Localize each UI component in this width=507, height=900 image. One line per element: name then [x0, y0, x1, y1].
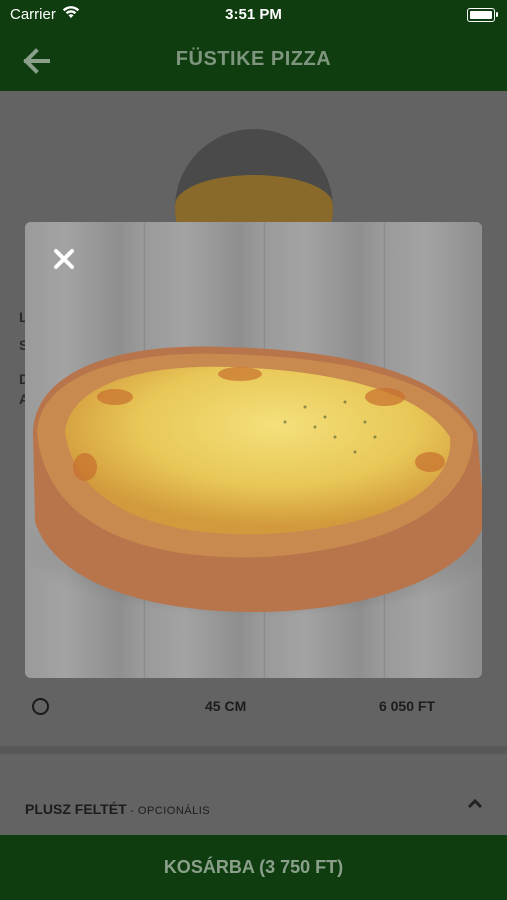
page-title: FÜSTIKE PIZZA [175, 48, 332, 70]
pizza-photo [25, 346, 482, 617]
chevron-up-icon[interactable] [467, 793, 483, 814]
extras-header[interactable]: PLUSZ FELTÉT - OPCIONÁLIS [25, 801, 210, 817]
radio-button[interactable] [32, 698, 49, 715]
divider [0, 746, 507, 754]
size-option-row[interactable]: 45 CM 6 050 FT [0, 686, 507, 726]
extras-label: PLUSZ FELTÉT [25, 801, 127, 817]
size-label: 45 CM [205, 698, 247, 714]
extras-optional-label: - OPCIONÁLIS [126, 805, 211, 817]
clock: 3:51 PM [225, 6, 282, 23]
status-bar: Carrier 3:51 PM [0, 0, 507, 30]
price-label: 6 050 FT [378, 698, 435, 714]
close-icon[interactable] [50, 247, 78, 275]
battery-icon [467, 8, 498, 22]
add-to-cart-button[interactable]: KOSÁRBA (3 750 FT) [0, 835, 507, 900]
image-modal [25, 222, 482, 678]
nav-bar: FÜSTIKE PIZZA [0, 30, 507, 91]
